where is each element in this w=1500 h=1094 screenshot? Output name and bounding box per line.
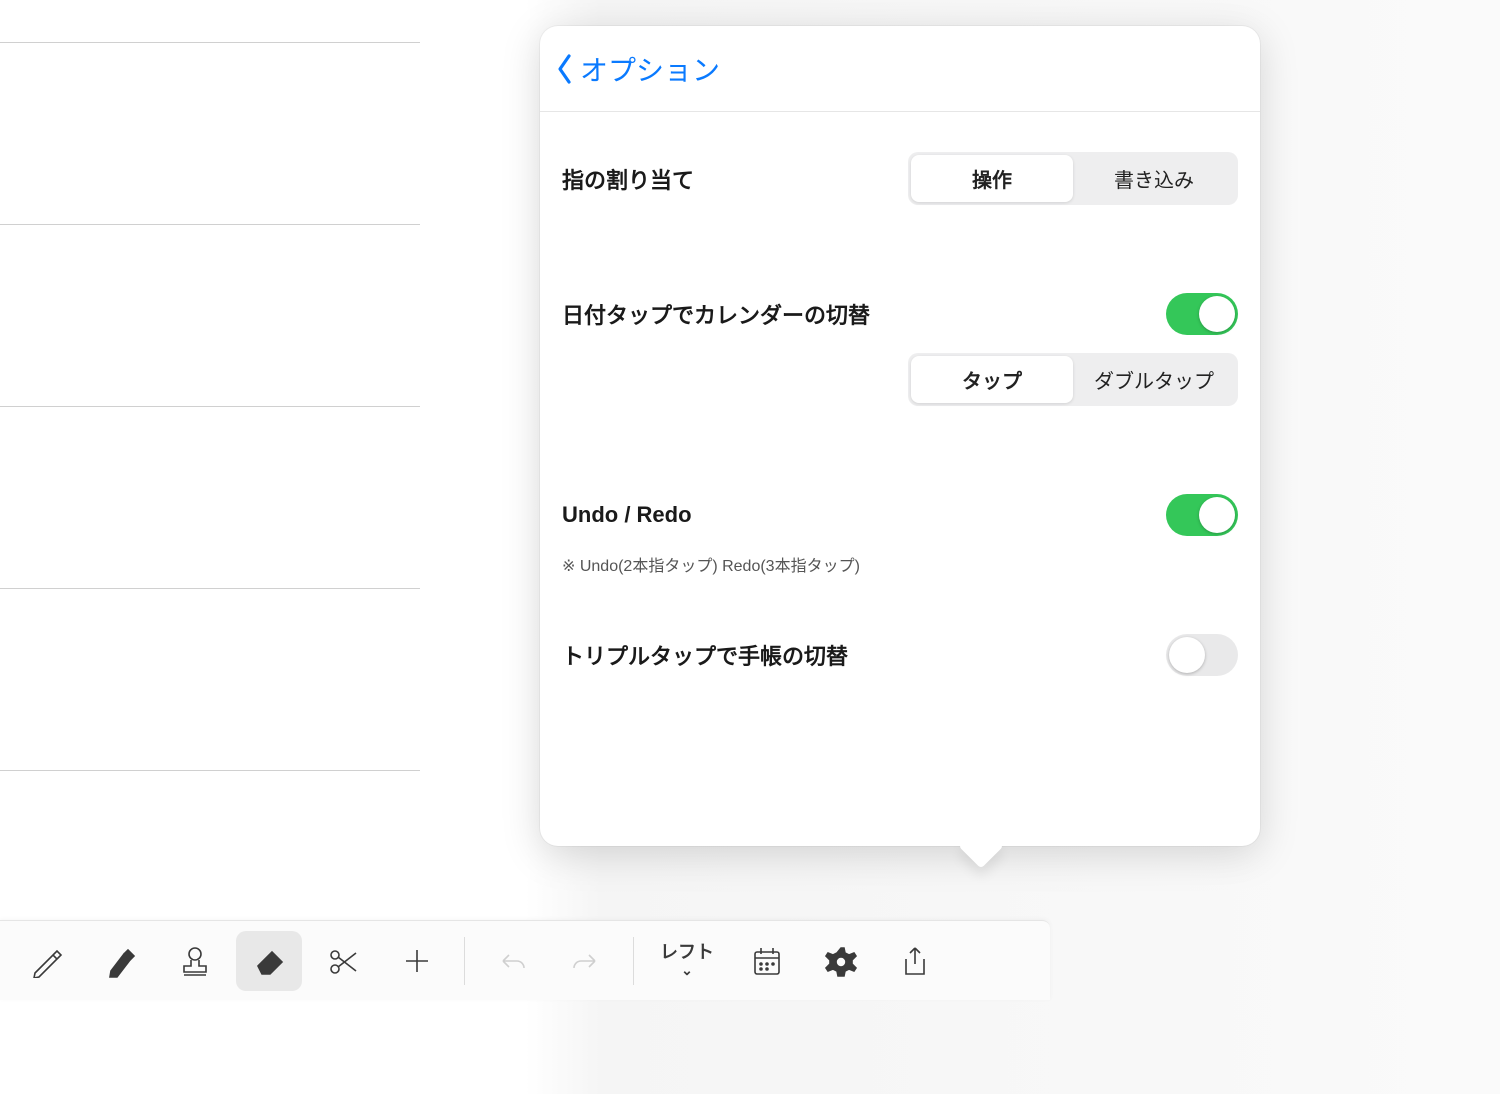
undo-icon (495, 944, 529, 978)
back-button[interactable]: オプション (554, 49, 720, 89)
ruled-line (0, 770, 420, 771)
undo-button[interactable] (479, 931, 545, 991)
scissors-icon (326, 944, 360, 978)
row-date-tap: 日付タップでカレンダーの切替 (562, 279, 1238, 349)
left-button[interactable]: レフト ⌄ (648, 931, 726, 991)
options-popover: オプション 指の割り当て 操作 書き込み 日付タップでカレンダーの切替 タップ … (540, 26, 1260, 846)
ruled-line (0, 406, 420, 407)
chevron-left-icon (554, 52, 576, 86)
date-tap-label: 日付タップでカレンダーの切替 (562, 298, 870, 330)
popover-title: オプション (580, 49, 720, 89)
pencil-tool[interactable] (14, 931, 80, 991)
toolbar-separator (633, 937, 634, 985)
undo-redo-toggle[interactable] (1166, 494, 1238, 536)
seg-double-tap[interactable]: ダブルタップ (1073, 356, 1235, 403)
eraser-icon (252, 944, 286, 978)
share-icon (898, 944, 932, 978)
plus-icon (400, 944, 434, 978)
redo-button[interactable] (553, 931, 619, 991)
bottom-toolbar: レフト ⌄ (0, 920, 1050, 1000)
triple-tap-toggle[interactable] (1166, 634, 1238, 676)
undo-redo-note: ※ Undo(2本指タップ) Redo(3本指タップ) (562, 552, 1238, 576)
row-finger-assignment: 指の割り当て 操作 書き込み (562, 138, 1238, 219)
ruled-line (0, 588, 420, 589)
stamp-icon (178, 944, 212, 978)
marker-icon (104, 944, 138, 978)
scissors-tool[interactable] (310, 931, 376, 991)
row-date-tap-mode: タップ ダブルタップ (562, 349, 1238, 420)
popover-body: 指の割り当て 操作 書き込み 日付タップでカレンダーの切替 タップ ダブルタップ… (540, 112, 1260, 716)
finger-assign-segment[interactable]: 操作 書き込み (908, 152, 1238, 205)
popover-arrow-mask (940, 826, 1020, 846)
calendar-icon (750, 944, 784, 978)
add-tool[interactable] (384, 931, 450, 991)
row-undo-redo: Undo / Redo (562, 480, 1238, 550)
marker-tool[interactable] (88, 931, 154, 991)
eraser-tool[interactable] (236, 931, 302, 991)
date-tap-segment[interactable]: タップ ダブルタップ (908, 353, 1238, 406)
seg-write[interactable]: 書き込み (1073, 155, 1235, 202)
settings-button[interactable] (808, 931, 874, 991)
calendar-button[interactable] (734, 931, 800, 991)
left-label: レフト (660, 943, 714, 963)
redo-icon (569, 944, 603, 978)
finger-assign-label: 指の割り当て (562, 163, 694, 195)
chevron-down-icon: ⌄ (681, 963, 693, 978)
triple-tap-label: トリプルタップで手帳の切替 (562, 639, 848, 671)
toolbar-separator (464, 937, 465, 985)
seg-tap[interactable]: タップ (911, 356, 1073, 403)
share-button[interactable] (882, 931, 948, 991)
stamp-tool[interactable] (162, 931, 228, 991)
ruled-line (0, 42, 420, 43)
seg-operate[interactable]: 操作 (911, 155, 1073, 202)
gear-icon (824, 944, 858, 978)
row-triple-tap: トリプルタップで手帳の切替 (562, 620, 1238, 690)
popover-header: オプション (540, 26, 1260, 112)
undo-redo-label: Undo / Redo (562, 502, 692, 528)
date-tap-toggle[interactable] (1166, 293, 1238, 335)
pencil-icon (30, 944, 64, 978)
ruled-line (0, 224, 420, 225)
